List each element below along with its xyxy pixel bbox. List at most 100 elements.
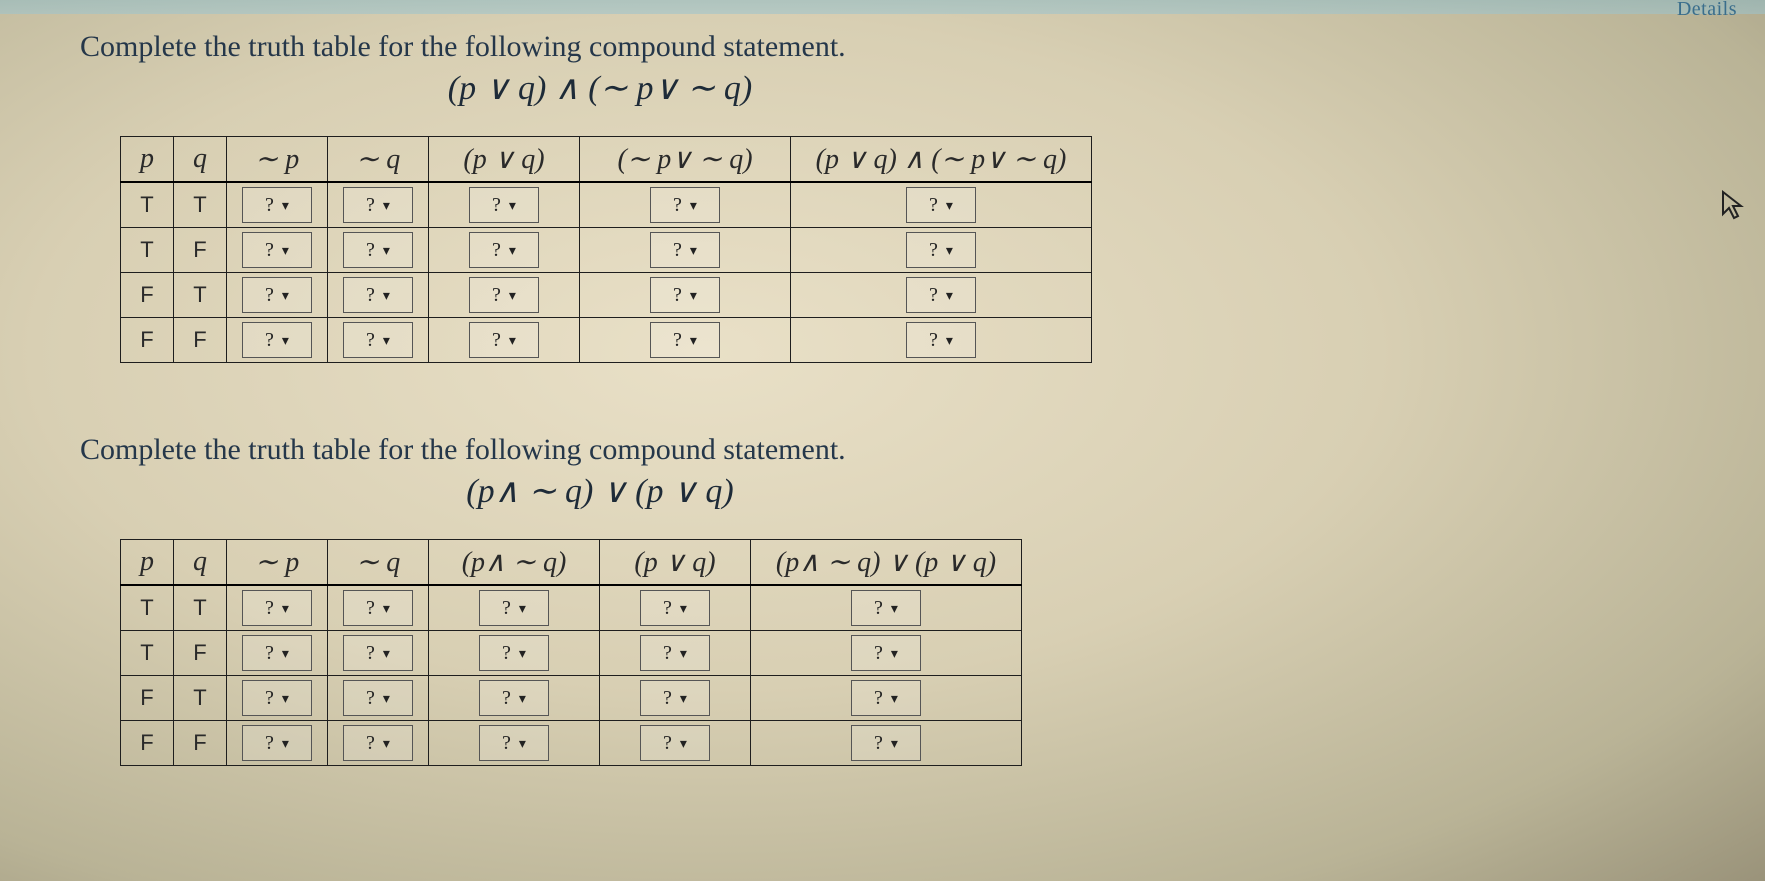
answer-dropdown[interactable]: ?▾ <box>343 680 413 716</box>
table-row: F T ?▾ ?▾ ?▾ ?▾ ?▾ <box>121 273 1092 318</box>
col-p-and-nq: (p∧ ∼ q) <box>429 540 600 586</box>
cell-q: T <box>193 282 206 307</box>
answer-dropdown[interactable]: ?▾ <box>343 725 413 761</box>
chevron-down-icon: ▾ <box>383 332 390 349</box>
chevron-down-icon: ▾ <box>680 690 687 707</box>
chevron-down-icon: ▾ <box>383 197 390 214</box>
problem1-prompt: Complete the truth table for the followi… <box>80 30 1765 64</box>
truth-table-1: p q ∼ p ∼ q (p ∨ q) (∼ p∨ ∼ q) (p ∨ q) ∧… <box>120 136 1092 363</box>
col-p-or-q: (p ∨ q) <box>600 540 751 586</box>
window-top-bar <box>0 0 1765 14</box>
answer-dropdown[interactable]: ?▾ <box>479 725 549 761</box>
chevron-down-icon: ▾ <box>946 197 953 214</box>
answer-dropdown[interactable]: ?▾ <box>650 322 720 358</box>
answer-dropdown[interactable]: ?▾ <box>640 680 710 716</box>
answer-dropdown[interactable]: ?▾ <box>640 725 710 761</box>
answer-dropdown[interactable]: ?▾ <box>242 590 312 626</box>
table-header-row: p q ∼ p ∼ q (p ∨ q) (∼ p∨ ∼ q) (p ∨ q) ∧… <box>121 137 1092 183</box>
col-result: (p∧ ∼ q) ∨ (p ∨ q) <box>751 540 1022 586</box>
answer-dropdown[interactable]: ?▾ <box>851 590 921 626</box>
table-row: F F ?▾ ?▾ ?▾ ?▾ ?▾ <box>121 318 1092 363</box>
answer-dropdown[interactable]: ?▾ <box>650 277 720 313</box>
chevron-down-icon: ▾ <box>282 735 289 752</box>
chevron-down-icon: ▾ <box>519 690 526 707</box>
chevron-down-icon: ▾ <box>891 735 898 752</box>
answer-dropdown[interactable]: ?▾ <box>242 277 312 313</box>
answer-dropdown[interactable]: ?▾ <box>906 277 976 313</box>
col-p: p <box>121 540 174 586</box>
chevron-down-icon: ▾ <box>383 645 390 662</box>
chevron-down-icon: ▾ <box>383 735 390 752</box>
cell-q: F <box>193 327 206 352</box>
table-row: T T ?▾ ?▾ ?▾ ?▾ ?▾ <box>121 585 1022 631</box>
col-not-q: ∼ q <box>328 540 429 586</box>
answer-dropdown[interactable]: ?▾ <box>469 187 539 223</box>
col-p-or-q: (p ∨ q) <box>429 137 580 183</box>
cell-p: F <box>140 327 153 352</box>
problem1-formula: (p ∨ q) ∧ (∼ p∨ ∼ q) <box>80 68 1120 108</box>
answer-dropdown[interactable]: ?▾ <box>343 590 413 626</box>
truth-table-2: p q ∼ p ∼ q (p∧ ∼ q) (p ∨ q) (p∧ ∼ q) ∨ … <box>120 539 1022 766</box>
answer-dropdown[interactable]: ?▾ <box>343 322 413 358</box>
chevron-down-icon: ▾ <box>680 645 687 662</box>
chevron-down-icon: ▾ <box>509 287 516 304</box>
answer-dropdown[interactable]: ?▾ <box>851 680 921 716</box>
cell-q: F <box>193 237 206 262</box>
answer-dropdown[interactable]: ?▾ <box>479 590 549 626</box>
answer-dropdown[interactable]: ?▾ <box>343 635 413 671</box>
chevron-down-icon: ▾ <box>690 287 697 304</box>
col-result: (p ∨ q) ∧ (∼ p∨ ∼ q) <box>791 137 1092 183</box>
answer-dropdown[interactable]: ?▾ <box>479 635 549 671</box>
answer-dropdown[interactable]: ?▾ <box>343 187 413 223</box>
chevron-down-icon: ▾ <box>690 197 697 214</box>
answer-dropdown[interactable]: ?▾ <box>343 232 413 268</box>
chevron-down-icon: ▾ <box>891 600 898 617</box>
cell-q: T <box>193 685 206 710</box>
cell-q: T <box>193 192 206 217</box>
answer-dropdown[interactable]: ?▾ <box>242 635 312 671</box>
table-header-row: p q ∼ p ∼ q (p∧ ∼ q) (p ∨ q) (p∧ ∼ q) ∨ … <box>121 540 1022 586</box>
chevron-down-icon: ▾ <box>519 645 526 662</box>
chevron-down-icon: ▾ <box>519 600 526 617</box>
details-link[interactable]: Details <box>1677 0 1737 21</box>
answer-dropdown[interactable]: ?▾ <box>242 187 312 223</box>
answer-dropdown[interactable]: ?▾ <box>906 232 976 268</box>
table-body: T T ?▾ ?▾ ?▾ ?▾ ?▾ T F ?▾ ?▾ ?▾ ?▾ ?▾ F … <box>121 182 1092 363</box>
answer-dropdown[interactable]: ?▾ <box>242 232 312 268</box>
table-row: F F ?▾ ?▾ ?▾ ?▾ ?▾ <box>121 721 1022 766</box>
cell-p: F <box>140 685 153 710</box>
answer-dropdown[interactable]: ?▾ <box>650 232 720 268</box>
answer-dropdown[interactable]: ?▾ <box>469 322 539 358</box>
problem2-formula: (p∧ ∼ q) ∨ (p ∨ q) <box>80 471 1120 511</box>
answer-dropdown[interactable]: ?▾ <box>242 725 312 761</box>
answer-dropdown[interactable]: ?▾ <box>479 680 549 716</box>
cell-p: F <box>140 730 153 755</box>
chevron-down-icon: ▾ <box>509 332 516 349</box>
chevron-down-icon: ▾ <box>891 690 898 707</box>
answer-dropdown[interactable]: ?▾ <box>640 590 710 626</box>
cell-p: T <box>140 595 153 620</box>
chevron-down-icon: ▾ <box>509 197 516 214</box>
answer-dropdown[interactable]: ?▾ <box>469 232 539 268</box>
answer-dropdown[interactable]: ?▾ <box>343 277 413 313</box>
answer-dropdown[interactable]: ?▾ <box>906 322 976 358</box>
cell-q: F <box>193 730 206 755</box>
answer-dropdown[interactable]: ?▾ <box>469 277 539 313</box>
col-not-p: ∼ p <box>227 137 328 183</box>
chevron-down-icon: ▾ <box>282 242 289 259</box>
answer-dropdown[interactable]: ?▾ <box>906 187 976 223</box>
chevron-down-icon: ▾ <box>383 600 390 617</box>
col-p: p <box>121 137 174 183</box>
chevron-down-icon: ▾ <box>680 600 687 617</box>
answer-dropdown[interactable]: ?▾ <box>650 187 720 223</box>
chevron-down-icon: ▾ <box>690 332 697 349</box>
answer-dropdown[interactable]: ?▾ <box>640 635 710 671</box>
answer-dropdown[interactable]: ?▾ <box>851 725 921 761</box>
col-not-q: ∼ q <box>328 137 429 183</box>
col-q: q <box>174 540 227 586</box>
answer-dropdown[interactable]: ?▾ <box>242 322 312 358</box>
answer-dropdown[interactable]: ?▾ <box>851 635 921 671</box>
answer-dropdown[interactable]: ?▾ <box>242 680 312 716</box>
chevron-down-icon: ▾ <box>282 287 289 304</box>
cell-p: F <box>140 282 153 307</box>
